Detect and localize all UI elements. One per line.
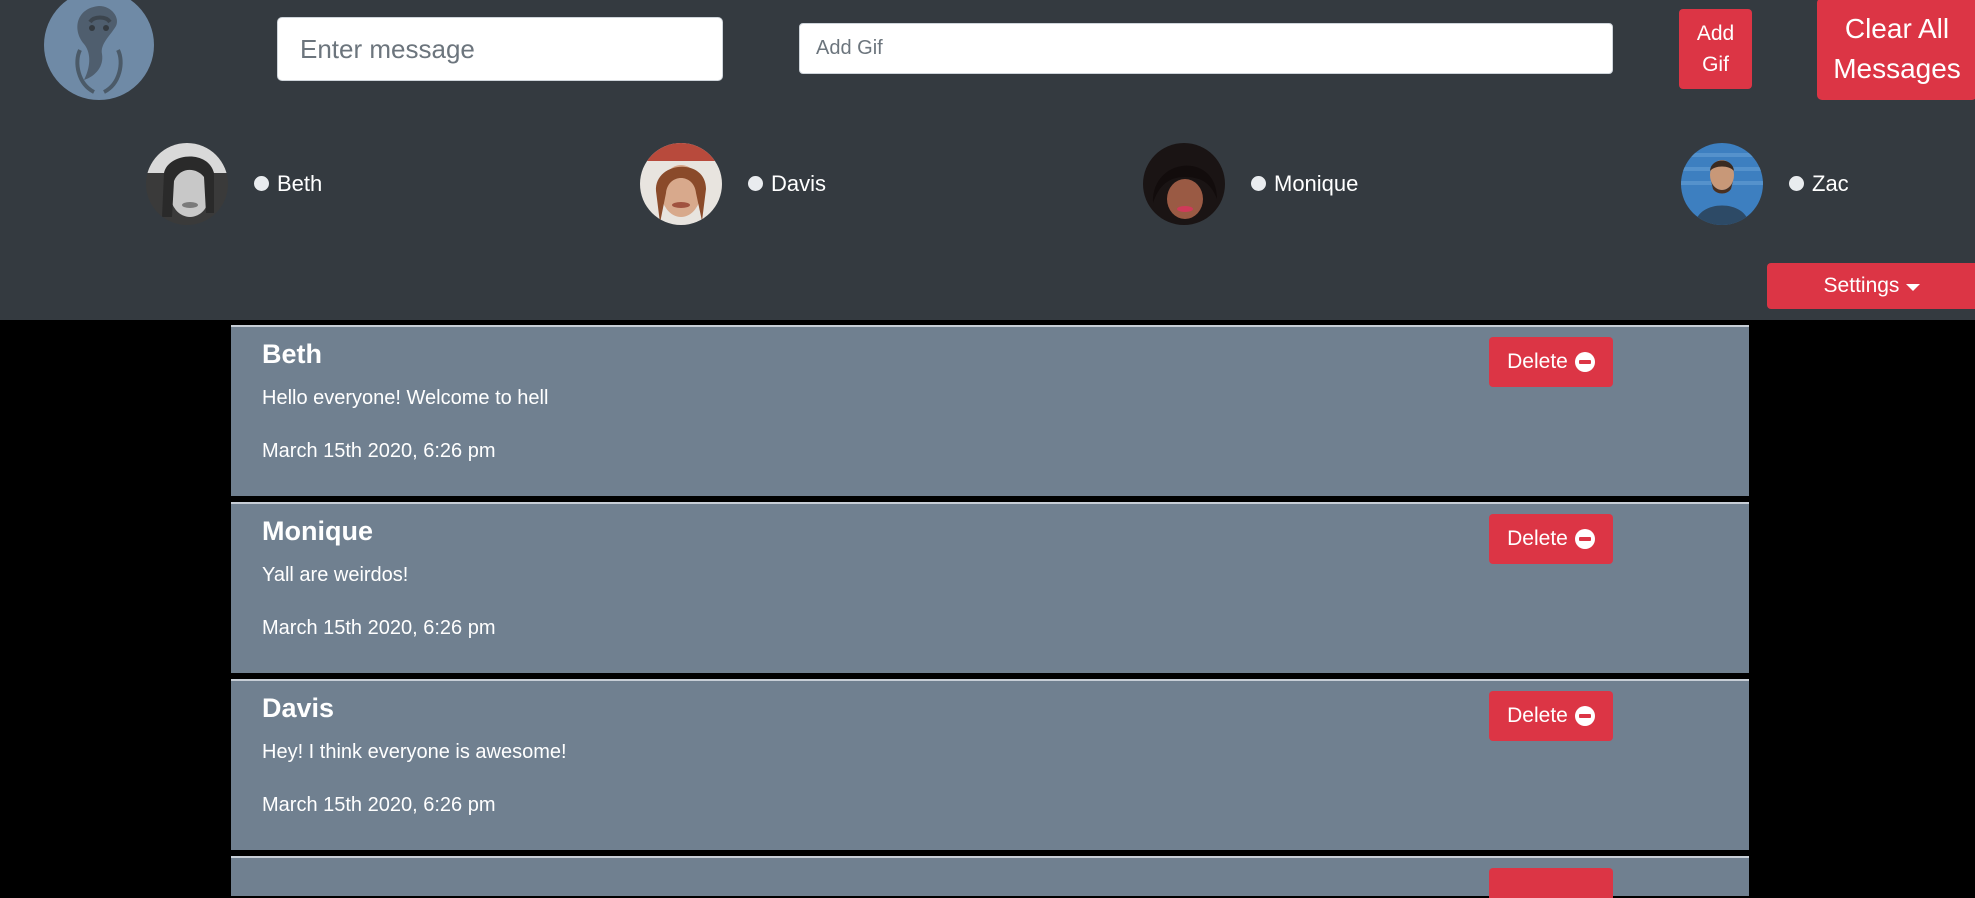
snake-logo-icon	[44, 0, 154, 102]
minus-circle-icon	[1574, 706, 1595, 726]
user-davis[interactable]: Davis	[640, 143, 826, 225]
user-monique[interactable]: Monique	[1143, 143, 1358, 225]
message-card	[231, 856, 1749, 898]
user-zac[interactable]: Zac	[1681, 143, 1849, 225]
message-author: Monique	[262, 516, 373, 546]
user-name: Monique	[1274, 171, 1359, 196]
avatar	[1681, 143, 1763, 225]
message-timestamp: March 15th 2020, 6:26 pm	[262, 617, 496, 639]
online-status-radio[interactable]	[254, 175, 269, 191]
message-card: Beth Hello everyone! Welcome to hell Mar…	[231, 325, 1749, 496]
top-bar: Add Gif Clear All Messages Beth	[0, 0, 1975, 320]
clear-all-messages-button[interactable]: Clear All Messages	[1817, 0, 1975, 100]
message-list: Beth Hello everyone! Welcome to hell Mar…	[231, 325, 1749, 898]
message-text: Hey! I think everyone is awesome!	[262, 741, 567, 763]
online-status-radio[interactable]	[1251, 175, 1266, 191]
online-status-radio[interactable]	[748, 175, 763, 191]
settings-dropdown-button[interactable]: Settings	[1767, 263, 1975, 309]
delete-message-button[interactable]: Delete	[1489, 691, 1613, 741]
online-status-radio[interactable]	[1789, 175, 1804, 191]
user-name: Davis	[771, 171, 827, 196]
message-text: Hello everyone! Welcome to hell	[262, 387, 549, 409]
minus-circle-icon	[1574, 529, 1595, 549]
avatar	[1143, 143, 1225, 225]
message-card: Davis Hey! I think everyone is awesome! …	[231, 679, 1749, 850]
message-card: Monique Yall are weirdos! March 15th 202…	[231, 502, 1749, 673]
delete-label: Delete	[1507, 527, 1568, 550]
settings-label: Settings	[1823, 274, 1900, 297]
user-name: Beth	[277, 171, 323, 196]
message-text: Yall are weirdos!	[262, 564, 409, 586]
message-timestamp: March 15th 2020, 6:26 pm	[262, 440, 496, 462]
message-input[interactable]	[277, 17, 723, 81]
delete-message-button[interactable]: Delete	[1489, 337, 1613, 387]
user-beth[interactable]: Beth	[146, 143, 322, 225]
avatar	[146, 143, 228, 225]
user-name: Zac	[1812, 171, 1849, 196]
message-author: Davis	[262, 693, 335, 723]
message-author: Beth	[262, 339, 322, 369]
gif-input[interactable]	[799, 23, 1613, 74]
delete-message-button[interactable]: Delete	[1489, 514, 1613, 564]
message-timestamp: March 15th 2020, 6:26 pm	[262, 794, 496, 816]
caret-down-icon	[1906, 283, 1921, 291]
delete-label: Delete	[1507, 704, 1568, 727]
add-gif-button[interactable]: Add Gif	[1679, 9, 1752, 89]
delete-label: Delete	[1507, 350, 1568, 373]
avatar	[640, 143, 722, 225]
minus-circle-icon	[1574, 352, 1595, 372]
